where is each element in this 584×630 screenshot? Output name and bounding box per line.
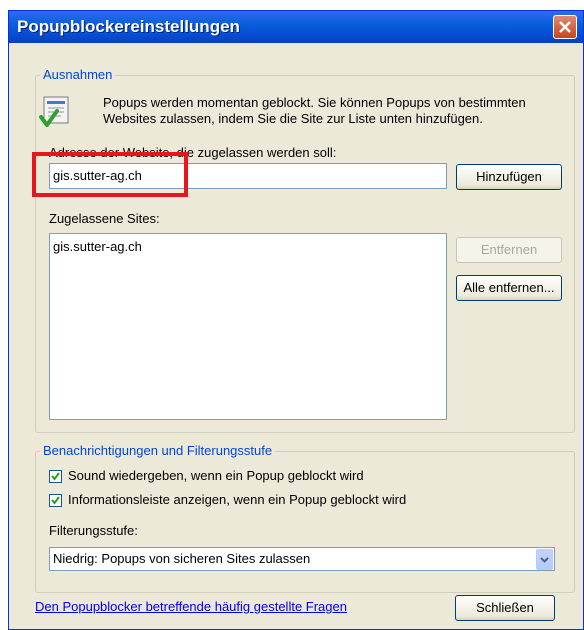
address-label: Adresse der Website, die zugelassen werd… — [49, 145, 337, 160]
address-input[interactable]: gis.sutter-ag.ch — [49, 163, 447, 189]
filter-level-label: Filterungsstufe: — [49, 523, 138, 538]
allowed-sites-label: Zugelassene Sites: — [49, 211, 160, 226]
add-button[interactable]: Hinzufügen — [456, 164, 562, 190]
exceptions-legend: Ausnahmen — [40, 67, 116, 82]
info-text-line1: Popups werden momentan geblockt. Sie kön… — [103, 95, 526, 110]
close-icon — [559, 21, 571, 33]
dropdown-button[interactable] — [536, 549, 553, 570]
checkmark-icon — [51, 496, 60, 505]
close-window-button[interactable] — [553, 15, 577, 39]
filter-level-value: Niedrig: Popups von sicheren Sites zulas… — [53, 551, 311, 566]
infobar-checkbox[interactable] — [49, 494, 62, 507]
checkmark-icon — [51, 472, 60, 481]
faq-link[interactable]: Den Popupblocker betreffende häufig gest… — [35, 599, 347, 614]
chevron-down-icon — [540, 557, 549, 563]
notifications-legend: Benachrichtigungen und Filterungsstufe — [40, 443, 276, 458]
infobar-label[interactable]: Informationsleiste anzeigen, wenn ein Po… — [68, 492, 406, 507]
title-bar[interactable]: Popupblockereinstellungen — [9, 11, 583, 43]
info-icon — [37, 95, 73, 131]
remove-all-button[interactable]: Alle entfernen... — [456, 275, 562, 301]
filter-level-select[interactable]: Niedrig: Popups von sicheren Sites zulas… — [49, 547, 555, 571]
close-button[interactable]: Schließen — [455, 595, 555, 621]
allowed-sites-list[interactable]: gis.sutter-ag.ch — [49, 233, 447, 420]
sound-label[interactable]: Sound wiedergeben, wenn ein Popup gebloc… — [68, 468, 364, 483]
list-item[interactable]: gis.sutter-ag.ch — [53, 239, 142, 254]
address-input-value: gis.sutter-ag.ch — [53, 168, 142, 183]
sound-checkbox[interactable] — [49, 470, 62, 483]
window-title: Popupblockereinstellungen — [17, 17, 240, 36]
remove-button[interactable]: Entfernen — [456, 237, 562, 263]
info-text-line2: Websites zulassen, indem Sie die Site zu… — [103, 111, 483, 126]
popup-blocker-dialog: Popupblockereinstellungen Ausnahmen Popu… — [8, 10, 584, 630]
